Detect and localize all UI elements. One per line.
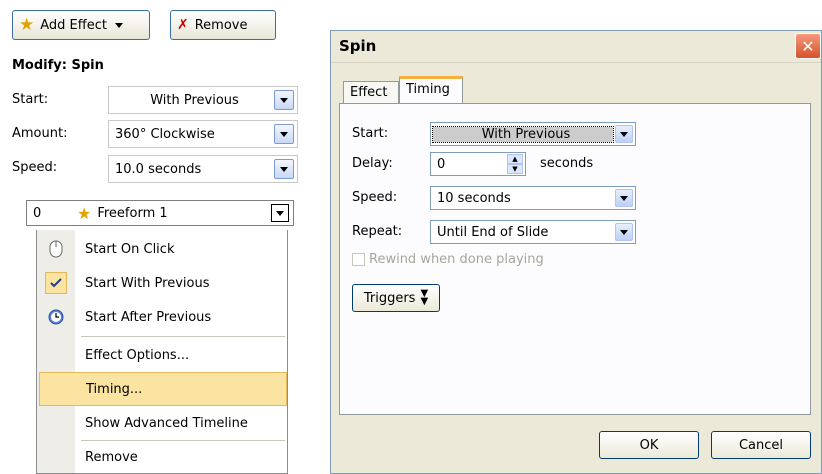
delay-spinner[interactable]: ▲ ▼ <box>507 154 523 174</box>
effect-name: Freeform 1 <box>97 205 168 221</box>
spin-down-icon[interactable]: ▼ <box>507 164 523 174</box>
triggers-button[interactable]: Triggers ▼ ▼ <box>352 284 440 312</box>
speed-select[interactable]: 10 seconds <box>430 186 636 210</box>
speed-value: 10 seconds <box>437 190 511 206</box>
effect-context-menu: Start On Click Start With Previous Start… <box>36 230 288 474</box>
remove-effect-icon: ✗ <box>177 17 189 33</box>
repeat-value: Until End of Slide <box>437 224 549 240</box>
delay-label: Delay: <box>352 156 393 171</box>
menu-item-timing[interactable]: Timing... <box>39 372 287 406</box>
speed-label: Speed: <box>12 160 58 175</box>
amount-dropdown-button[interactable] <box>274 124 294 144</box>
chevron-down-icon <box>280 166 288 172</box>
delay-value: 0 <box>437 156 446 172</box>
menu-label: Start On Click <box>85 241 175 257</box>
chevron-down-icon <box>280 131 288 137</box>
chevron-down-icon <box>620 229 628 235</box>
cancel-button[interactable]: Cancel <box>711 431 811 459</box>
remove-button[interactable]: ✗ Remove <box>170 10 276 40</box>
speed-label: Speed: <box>352 190 398 205</box>
speed-dropdown-button[interactable] <box>274 159 294 179</box>
effect-order: 0 <box>33 205 42 221</box>
menu-label: Timing... <box>86 381 143 397</box>
rewind-checkbox[interactable]: Rewind when done playing <box>352 252 544 267</box>
amount-value: 360° Clockwise <box>115 126 215 142</box>
menu-label: Start With Previous <box>85 275 210 291</box>
start-value: With Previous <box>150 92 239 108</box>
add-effect-icon: ★ <box>19 14 35 35</box>
menu-label: Remove <box>85 449 138 465</box>
mouse-icon <box>45 238 67 260</box>
menu-item-show-advanced-timeline[interactable]: Show Advanced Timeline <box>37 406 287 440</box>
add-effect-label: Add Effect <box>40 17 107 33</box>
tab-effect[interactable]: Effect <box>343 81 399 105</box>
tab-label: Effect <box>350 85 388 100</box>
timing-tab-panel: Start: With Previous Delay: 0 ▲ ▼ second… <box>339 103 811 415</box>
speed-value: 10.0 seconds <box>115 161 202 177</box>
start-select[interactable]: With Previous <box>108 86 298 114</box>
repeat-select[interactable]: Until End of Slide <box>430 220 636 244</box>
tab-timing[interactable]: Timing <box>399 76 463 103</box>
effect-star-icon: ★ <box>77 203 92 223</box>
start-dropdown-button[interactable] <box>615 125 633 143</box>
dialog-title: Spin <box>339 37 377 55</box>
delay-input[interactable]: 0 ▲ ▼ <box>430 152 526 176</box>
add-effect-button[interactable]: ★ Add Effect <box>12 10 150 40</box>
custom-animation-task-pane: ★ Add Effect ✗ Remove Modify: Spin Start… <box>0 0 306 474</box>
amount-label: Amount: <box>12 126 68 141</box>
menu-label: Start After Previous <box>85 309 212 325</box>
amount-select[interactable]: 360° Clockwise <box>108 120 298 148</box>
speed-dropdown-button[interactable] <box>615 189 633 207</box>
ok-label: OK <box>639 437 659 453</box>
chevron-down-icon <box>620 195 628 201</box>
repeat-dropdown-button[interactable] <box>615 223 633 241</box>
start-label: Start: <box>12 92 49 107</box>
section-title: Modify: Spin <box>12 58 104 73</box>
effect-dropdown-button[interactable] <box>271 204 289 222</box>
double-chevron-down-icon: ▼ ▼ <box>420 288 429 307</box>
menu-item-start-with-previous[interactable]: Start With Previous <box>37 266 287 300</box>
menu-item-remove[interactable]: Remove <box>37 440 287 474</box>
menu-label: Show Advanced Timeline <box>85 415 248 431</box>
ok-button[interactable]: OK <box>599 431 699 459</box>
menu-item-effect-options[interactable]: Effect Options... <box>37 338 287 372</box>
chevron-down-icon <box>620 131 628 137</box>
chevron-down-icon <box>114 22 123 28</box>
clock-icon <box>45 306 67 328</box>
close-icon[interactable]: ✕ <box>795 33 821 59</box>
start-dropdown-button[interactable] <box>274 90 294 110</box>
cancel-label: Cancel <box>738 437 784 453</box>
effect-list-item[interactable]: 0 ★ Freeform 1 <box>26 200 294 226</box>
remove-label: Remove <box>194 17 248 33</box>
checkbox-box <box>352 253 365 266</box>
delay-unit: seconds <box>540 156 594 171</box>
menu-item-start-after-previous[interactable]: Start After Previous <box>37 300 287 334</box>
menu-item-start-on-click[interactable]: Start On Click <box>37 232 287 266</box>
menu-separator <box>81 336 285 337</box>
start-value: With Previous <box>432 125 614 143</box>
checkmark-icon <box>45 272 67 294</box>
dialog-titlebar: Spin ✕ <box>331 31 821 63</box>
speed-select[interactable]: 10.0 seconds <box>108 155 298 183</box>
spin-up-icon[interactable]: ▲ <box>507 154 523 164</box>
triggers-label: Triggers <box>363 290 416 306</box>
start-select[interactable]: With Previous <box>430 122 636 146</box>
start-label: Start: <box>352 126 389 141</box>
spin-dialog: Spin ✕ Effect Timing Start: With Previou… <box>330 30 822 474</box>
chevron-down-icon <box>276 210 284 216</box>
repeat-label: Repeat: <box>352 224 403 239</box>
tab-label: Timing <box>406 82 450 97</box>
menu-label: Effect Options... <box>85 347 190 363</box>
rewind-label: Rewind when done playing <box>369 252 544 267</box>
chevron-down-icon <box>280 97 288 103</box>
